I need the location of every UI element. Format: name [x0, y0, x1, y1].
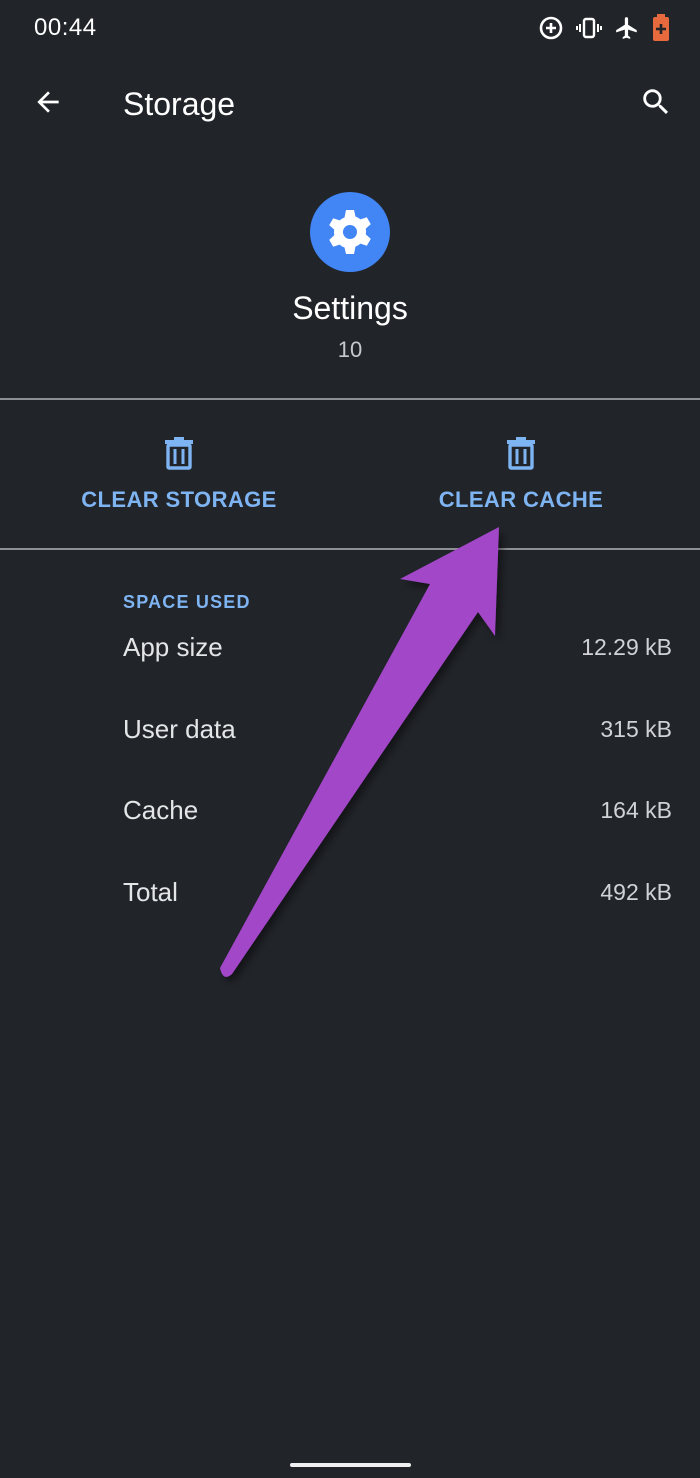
status-icons	[538, 14, 670, 42]
section-header-space-used: SPACE USED	[123, 592, 251, 612]
row-label: Total	[123, 877, 178, 907]
clear-storage-button[interactable]: CLEAR STORAGE	[4, 400, 354, 548]
row-value: 12.29 kB	[581, 634, 672, 660]
row-label: App size	[123, 632, 223, 662]
storage-actions: CLEAR STORAGE CLEAR CACHE	[0, 400, 700, 548]
row-value: 164 kB	[600, 797, 672, 823]
list-item-total: Total 492 kB	[123, 877, 672, 917]
home-indicator[interactable]	[290, 1463, 411, 1467]
list-item-app-size: App size 12.29 kB	[123, 632, 672, 672]
gear-icon	[310, 192, 390, 272]
airplane-icon	[614, 15, 640, 41]
trash-icon	[506, 436, 536, 475]
vibrate-icon	[576, 15, 602, 41]
search-icon	[639, 85, 673, 124]
row-label: User data	[123, 714, 236, 744]
app-name: Settings	[292, 290, 408, 326]
list-item-user-data: User data 315 kB	[123, 714, 672, 754]
clear-cache-button[interactable]: CLEAR CACHE	[346, 400, 696, 548]
search-button[interactable]	[632, 80, 680, 128]
page-title: Storage	[123, 86, 236, 122]
app-bar: Storage	[0, 58, 700, 154]
app-header: Settings 10	[0, 192, 700, 363]
clear-cache-label: CLEAR CACHE	[438, 487, 604, 512]
row-label: Cache	[123, 795, 199, 825]
battery-saver-icon	[652, 14, 670, 42]
status-time: 00:44	[34, 14, 97, 41]
app-version: 10	[337, 337, 363, 362]
data-saver-icon	[538, 15, 564, 41]
arrow-left-icon	[32, 86, 64, 123]
clear-storage-label: CLEAR STORAGE	[81, 487, 277, 512]
back-button[interactable]	[24, 80, 72, 128]
row-value: 315 kB	[600, 716, 672, 742]
divider-bottom	[0, 548, 700, 550]
status-bar: 00:44	[0, 0, 700, 58]
row-value: 492 kB	[600, 879, 672, 905]
list-item-cache: Cache 164 kB	[123, 795, 672, 835]
trash-icon	[164, 436, 194, 475]
